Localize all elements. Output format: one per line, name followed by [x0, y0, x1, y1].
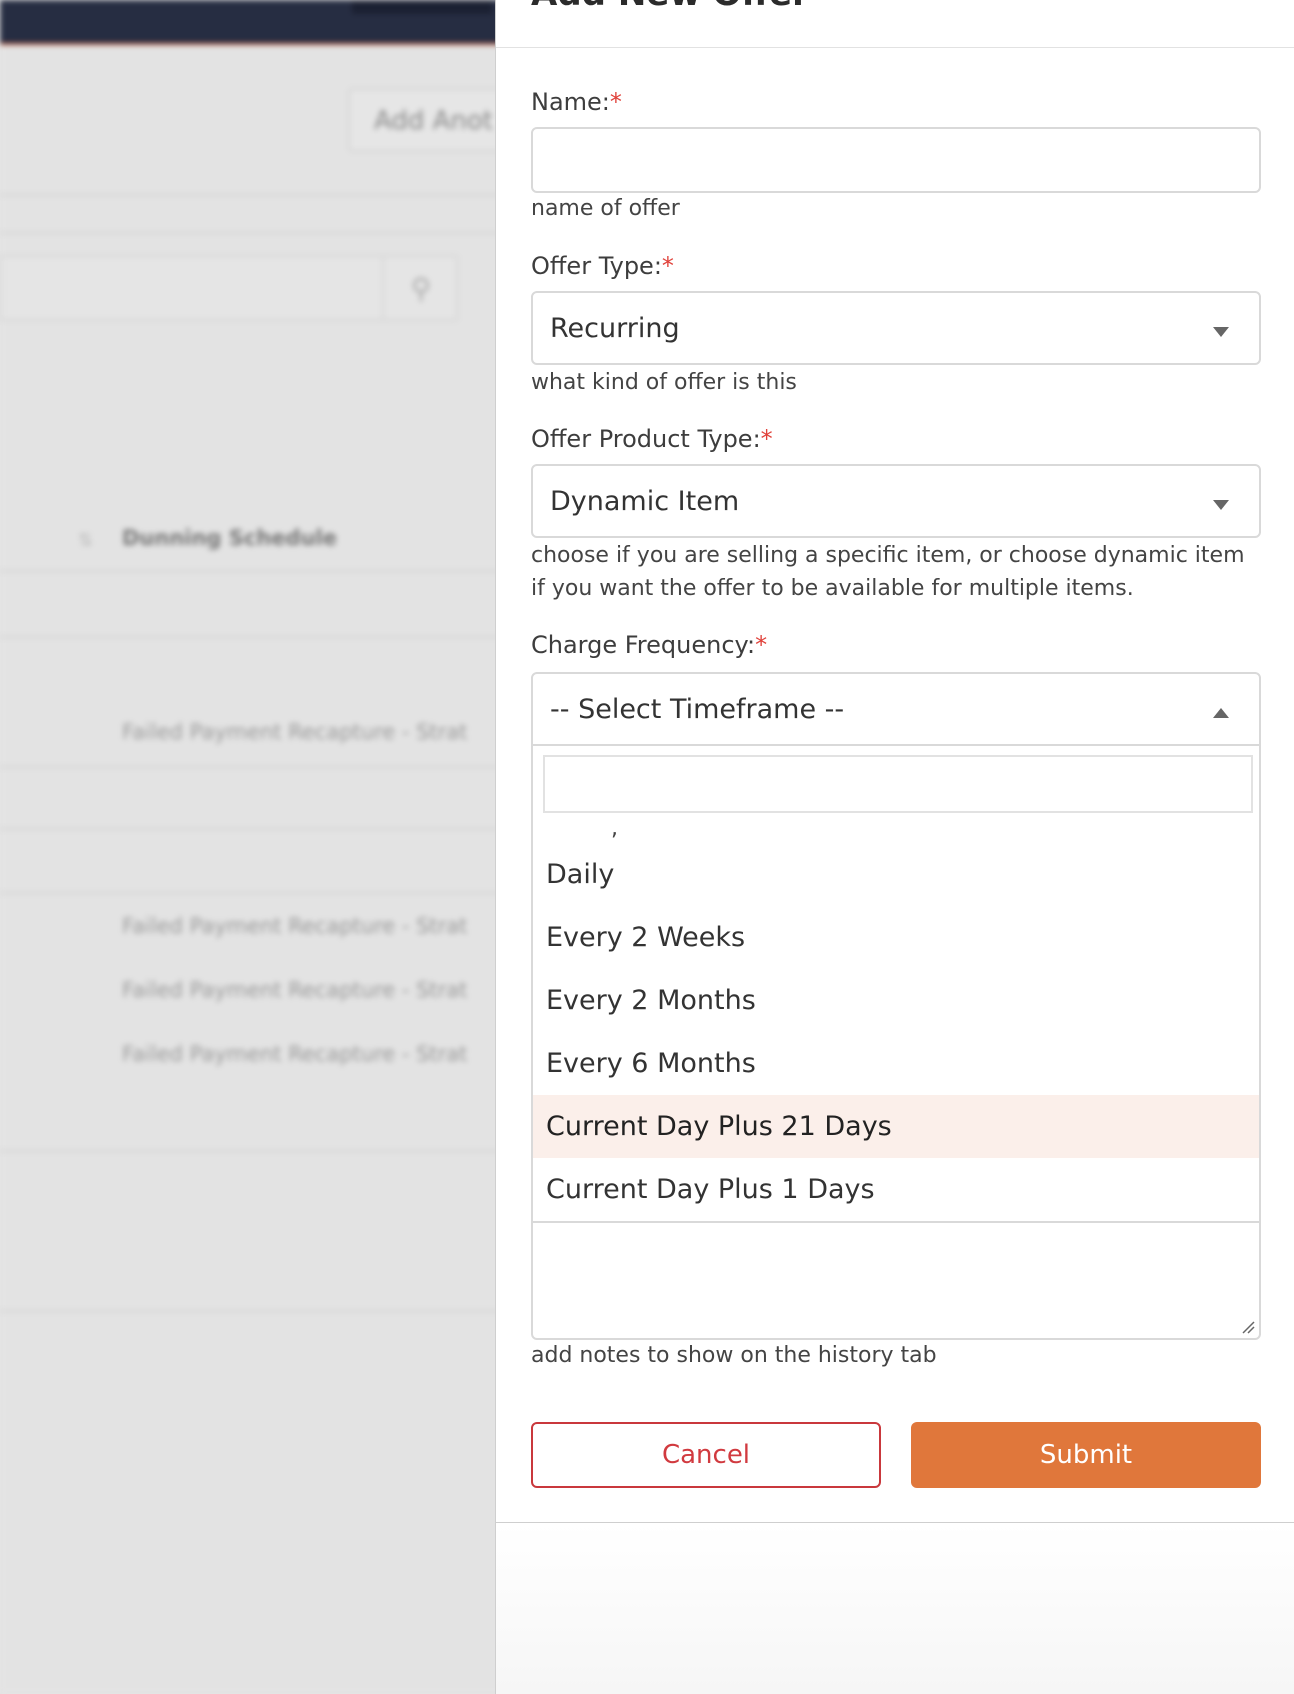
search-icon: ⚲: [382, 255, 458, 321]
chevron-down-icon: [1213, 500, 1229, 510]
panel-header: Add New Offer: [496, 0, 1294, 48]
offer-product-type-label: Offer Product Type:*: [531, 425, 773, 453]
offer-type-help: what kind of offer is this: [531, 370, 797, 395]
offer-type-label: Offer Type:*: [531, 252, 674, 280]
divider: [0, 570, 500, 572]
list-item-partial: ,: [611, 816, 618, 841]
charge-frequency-value: -- Select Timeframe --: [550, 694, 845, 725]
offer-product-type-select[interactable]: Dynamic Item: [531, 464, 1261, 538]
name-input[interactable]: [531, 127, 1261, 193]
notes-help: add notes to show on the history tab: [531, 1343, 937, 1368]
dropdown-option-every-2-months[interactable]: Every 2 Months: [533, 969, 1259, 1032]
column-header: Dunning Schedule: [122, 526, 337, 550]
panel-title: Add New Offer: [531, 0, 809, 14]
divider: [0, 194, 500, 196]
charge-frequency-select[interactable]: -- Select Timeframe --: [531, 672, 1261, 746]
required-marker: *: [661, 252, 674, 280]
submit-button[interactable]: Submit: [911, 1422, 1261, 1488]
chevron-up-icon: [1213, 708, 1229, 718]
panel-footer-area: [496, 1522, 1294, 1694]
table-row: Failed Payment Recapture - Strat: [122, 914, 468, 938]
divider: [0, 636, 500, 638]
add-another-button: Add Anot: [348, 88, 508, 152]
chevron-down-icon: [1213, 327, 1229, 337]
required-marker: *: [609, 88, 622, 116]
required-marker: *: [760, 425, 773, 453]
divider: [0, 1310, 500, 1312]
name-label-text: Name:: [531, 88, 610, 116]
name-label: Name:*: [531, 88, 622, 116]
table-row: Failed Payment Recapture - Strat: [122, 978, 468, 1002]
divider: [0, 1150, 500, 1152]
offer-product-type-label-text: Offer Product Type:: [531, 425, 761, 453]
table-row: Failed Payment Recapture - Strat: [122, 720, 468, 744]
offer-type-select[interactable]: Recurring: [531, 291, 1261, 365]
dropdown-option-every-2-weeks[interactable]: Every 2 Weeks: [533, 906, 1259, 969]
table-row: Failed Payment Recapture - Strat: [122, 1042, 468, 1066]
divider: [0, 766, 500, 768]
divider: [0, 828, 500, 830]
offer-product-type-value: Dynamic Item: [550, 486, 740, 517]
resize-grip-icon[interactable]: [1241, 1320, 1255, 1334]
charge-frequency-label: Charge Frequency:*: [531, 631, 767, 659]
dropdown-option-every-6-months[interactable]: Every 6 Months: [533, 1032, 1259, 1095]
navbar-item: [352, 0, 492, 14]
divider: [0, 232, 500, 234]
dropdown-search-input[interactable]: [543, 755, 1253, 813]
offer-product-type-help: choose if you are selling a specific ite…: [531, 543, 1245, 601]
add-another-label: Add Anot: [374, 106, 493, 136]
dropdown-option-daily[interactable]: Daily: [533, 843, 1259, 906]
offer-type-value: Recurring: [550, 313, 680, 344]
name-help: name of offer: [531, 196, 680, 221]
cancel-button[interactable]: Cancel: [531, 1422, 881, 1488]
offer-type-label-text: Offer Type:: [531, 252, 662, 280]
charge-frequency-label-text: Charge Frequency:: [531, 631, 756, 659]
dropdown-option-current-day-plus-1-days[interactable]: Current Day Plus 1 Days: [533, 1158, 1259, 1221]
dropdown-option-current-day-plus-21-days[interactable]: Current Day Plus 21 Days: [533, 1095, 1259, 1158]
required-marker: *: [755, 631, 768, 659]
sort-icon: ⇅: [78, 530, 94, 551]
add-offer-panel: Add New Offer Name:* name of offer Offer…: [495, 0, 1294, 1694]
charge-frequency-dropdown: , Daily Every 2 Weeks Every 2 Months Eve…: [531, 746, 1261, 1223]
divider: [0, 892, 500, 894]
